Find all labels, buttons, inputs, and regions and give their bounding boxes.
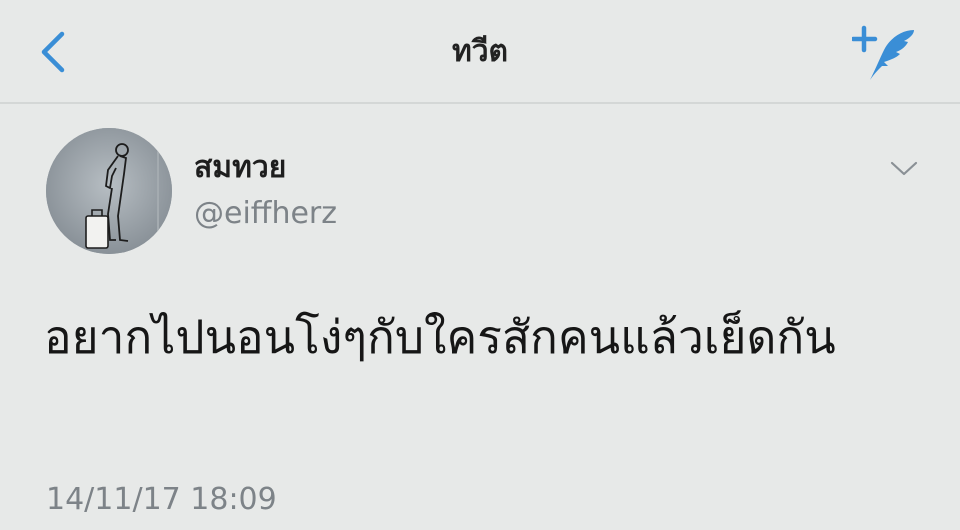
avatar-sketch-image <box>46 128 172 254</box>
navigation-bar: ทวีต <box>0 0 960 104</box>
tweet-menu-button[interactable] <box>886 152 922 184</box>
chevron-down-icon <box>890 161 918 176</box>
page-title: ทวีต <box>451 34 509 69</box>
chevron-left-icon <box>41 31 65 73</box>
tweet-text: อยากไปนอนโง่ๆกับใครสักคนแล้วเย็ดกัน <box>44 310 836 364</box>
tweet-timestamp: 14/11/17 18:09 <box>46 482 277 517</box>
compose-tweet-icon <box>852 25 914 80</box>
author-handle[interactable]: @eiffherz <box>194 192 337 236</box>
back-button[interactable] <box>30 26 78 78</box>
avatar[interactable] <box>46 128 172 254</box>
author-display-name[interactable]: สมทวย <box>194 146 286 190</box>
compose-tweet-button[interactable] <box>852 24 922 84</box>
